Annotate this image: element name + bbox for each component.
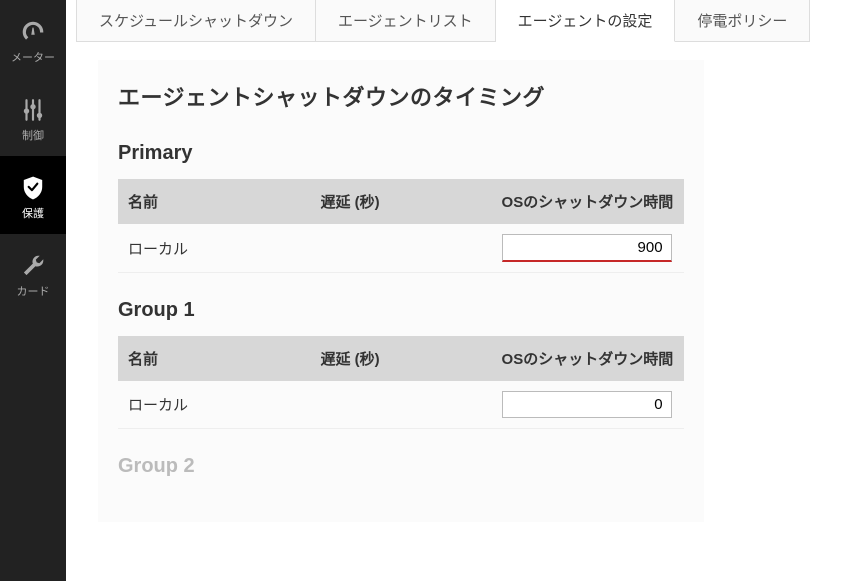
os-shutdown-input[interactable] bbox=[502, 234, 672, 262]
sidebar: メーター制御保護カード bbox=[0, 0, 66, 581]
cell-name: ローカル bbox=[118, 381, 310, 429]
sidebar-item-protect[interactable]: 保護 bbox=[0, 156, 66, 234]
agent-table: 名前遅延 (秒)OSのシャットダウン時間ローカル bbox=[118, 179, 684, 273]
col-header-delay: 遅延 (秒) bbox=[310, 336, 491, 381]
cell-name: ローカル bbox=[118, 224, 310, 273]
sidebar-item-label: 保護 bbox=[22, 208, 44, 220]
sidebar-item-control[interactable]: 制御 bbox=[0, 78, 66, 156]
os-shutdown-input[interactable] bbox=[502, 391, 672, 418]
section-title: Primary bbox=[118, 142, 684, 165]
table-row: ローカル bbox=[118, 224, 684, 273]
tab-agent-settings[interactable]: エージェントの設定 bbox=[496, 0, 676, 42]
gauge-icon bbox=[19, 18, 47, 46]
tab-outage-policy[interactable]: 停電ポリシー bbox=[675, 0, 810, 42]
section-title: Group 1 bbox=[118, 299, 684, 322]
table-row: ローカル bbox=[118, 381, 684, 429]
tab-agent-list[interactable]: エージェントリスト bbox=[316, 0, 496, 42]
sidebar-item-meter[interactable]: メーター bbox=[0, 0, 66, 78]
tab-scheduled-shutdown[interactable]: スケジュールシャットダウン bbox=[76, 0, 316, 42]
sidebar-item-label: 制御 bbox=[22, 130, 44, 142]
agent-table: 名前遅延 (秒)OSのシャットダウン時間ローカル bbox=[118, 336, 684, 429]
cell-os bbox=[492, 224, 684, 273]
col-header-os: OSのシャットダウン時間 bbox=[492, 179, 684, 224]
cell-os bbox=[492, 381, 684, 429]
section-title: Group 2 bbox=[118, 455, 684, 478]
col-header-os: OSのシャットダウン時間 bbox=[492, 336, 684, 381]
sidebar-item-label: カード bbox=[17, 286, 50, 298]
content: エージェントシャットダウンのタイミング Primary名前遅延 (秒)OSのシャ… bbox=[66, 42, 841, 581]
panel-title: エージェントシャットダウンのタイミング bbox=[118, 80, 684, 112]
cell-delay bbox=[310, 381, 491, 429]
col-header-delay: 遅延 (秒) bbox=[310, 179, 491, 224]
shield-icon bbox=[19, 174, 47, 202]
sidebar-item-card[interactable]: カード bbox=[0, 234, 66, 312]
col-header-name: 名前 bbox=[118, 179, 310, 224]
main: スケジュールシャットダウンエージェントリストエージェントの設定停電ポリシー エー… bbox=[66, 0, 841, 581]
settings-panel: エージェントシャットダウンのタイミング Primary名前遅延 (秒)OSのシャ… bbox=[98, 60, 704, 522]
tabbar: スケジュールシャットダウンエージェントリストエージェントの設定停電ポリシー bbox=[66, 0, 841, 42]
cell-delay bbox=[310, 224, 491, 273]
sliders-icon bbox=[19, 96, 47, 124]
col-header-name: 名前 bbox=[118, 336, 310, 381]
wrench-icon bbox=[19, 252, 47, 280]
sidebar-item-label: メーター bbox=[11, 52, 55, 64]
